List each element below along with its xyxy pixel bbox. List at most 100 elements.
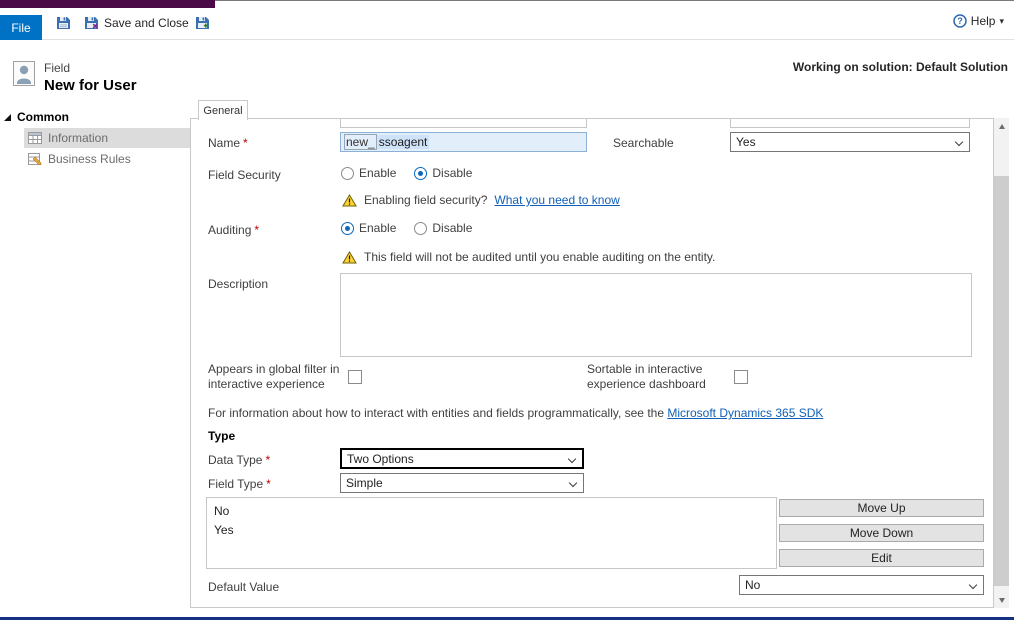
sdk-sentence: For information about how to interact wi…	[208, 406, 823, 420]
field-security-info-link[interactable]: What you need to know	[494, 193, 619, 207]
description-label: Description	[208, 277, 268, 291]
scrollbar[interactable]	[994, 118, 1009, 608]
options-list[interactable]: No Yes	[206, 497, 777, 569]
save-and-close-button[interactable]: Save and Close	[84, 15, 189, 30]
searchable-select[interactable]: Yes	[730, 132, 970, 152]
global-filter-checkbox[interactable]	[348, 370, 362, 384]
auditing-warning: This field will not be audited until you…	[342, 250, 715, 264]
required-asterisk: *	[243, 136, 248, 150]
scrollbar-thumb[interactable]	[994, 176, 1009, 586]
global-filter-label: Appears in global filter in interactive …	[208, 362, 348, 392]
save-and-new-button[interactable]	[195, 15, 210, 30]
sortable-checkbox[interactable]	[734, 370, 748, 384]
data-type-select[interactable]: Two Options	[340, 448, 584, 469]
sidebar-item-label: Information	[48, 131, 108, 145]
chevron-down-icon	[569, 479, 577, 487]
auditing-radio-group: Enable Disable	[341, 221, 472, 235]
sidebar-item-label: Business Rules	[48, 152, 131, 166]
clipped-input[interactable]	[730, 119, 970, 128]
triangle-up-icon	[999, 124, 1005, 129]
warning-icon	[342, 251, 357, 264]
field-type-label: Field Type*	[208, 477, 271, 491]
option-no[interactable]: No	[207, 502, 776, 521]
move-down-button[interactable]: Move Down	[779, 524, 984, 542]
radio-label: Disable	[432, 221, 472, 235]
field-security-label: Field Security	[208, 168, 281, 182]
business-rules-icon	[28, 153, 42, 165]
window-accent-bar	[0, 0, 215, 8]
auditing-disable-option[interactable]: Disable	[414, 221, 472, 235]
required-asterisk: *	[266, 477, 271, 491]
file-tab[interactable]: File	[0, 15, 42, 40]
warning-text: This field will not be audited until you…	[364, 250, 715, 264]
save-button[interactable]	[56, 15, 71, 30]
name-label: Name*	[208, 136, 248, 150]
chevron-down-icon	[568, 455, 576, 463]
move-up-button[interactable]: Move Up	[779, 499, 984, 517]
field-security-enable-option[interactable]: Enable	[341, 166, 396, 180]
required-asterisk: *	[265, 453, 270, 467]
clipped-input[interactable]	[340, 119, 587, 128]
sidebar-group-label: Common	[17, 110, 69, 124]
table-icon	[28, 132, 42, 144]
save-and-close-icon	[84, 15, 99, 30]
radio-icon	[414, 222, 427, 235]
save-and-new-icon	[195, 15, 210, 30]
scroll-down-button[interactable]	[994, 592, 1009, 608]
field-type-value: Simple	[346, 476, 383, 490]
data-type-label: Data Type*	[208, 453, 270, 467]
entity-type-label: Field	[44, 61, 70, 75]
help-label: Help	[971, 14, 996, 28]
chevron-down-icon	[969, 581, 977, 589]
radio-icon	[341, 167, 354, 180]
triangle-down-icon	[999, 598, 1005, 603]
default-value-value: No	[745, 578, 760, 592]
help-icon: ?	[953, 14, 967, 28]
searchable-value: Yes	[736, 135, 756, 149]
field-type-select[interactable]: Simple	[340, 473, 584, 493]
bottom-accent-line	[0, 617, 1014, 620]
option-yes[interactable]: Yes	[207, 521, 776, 540]
help-menu[interactable]: ? Help ▾	[953, 14, 1004, 28]
field-security-radio-group: Enable Disable	[341, 166, 472, 180]
warning-icon	[342, 194, 357, 207]
save-icon	[56, 15, 71, 30]
name-prefix: new_	[344, 134, 377, 150]
description-textarea[interactable]	[340, 273, 972, 357]
radio-selected-icon	[414, 167, 427, 180]
collapse-triangle-icon	[4, 114, 11, 121]
warning-text: Enabling field security?	[364, 193, 487, 207]
field-security-warning: Enabling field security? What you need t…	[342, 193, 620, 207]
sidebar-item-information[interactable]: Information	[24, 128, 190, 148]
name-input[interactable]: new_ ssoagent	[340, 132, 587, 152]
default-value-select[interactable]: No	[739, 575, 984, 595]
form-panel: Name* new_ ssoagent Searchable Yes Field…	[190, 118, 994, 608]
toolbar: Save and Close ? Help ▾	[0, 8, 1014, 40]
radio-selected-icon	[341, 222, 354, 235]
entity-icon	[12, 60, 38, 91]
type-section-heading: Type	[208, 429, 235, 443]
default-value-label: Default Value	[208, 580, 279, 594]
radio-label: Enable	[359, 221, 396, 235]
svg-text:?: ?	[957, 16, 963, 26]
sortable-label: Sortable in interactive experience dashb…	[587, 362, 732, 392]
edit-button[interactable]: Edit	[779, 549, 984, 567]
scroll-up-button[interactable]	[994, 118, 1009, 134]
sidebar-group-common[interactable]: Common	[4, 110, 69, 124]
field-security-disable-option[interactable]: Disable	[414, 166, 472, 180]
sdk-link[interactable]: Microsoft Dynamics 365 SDK	[667, 406, 823, 420]
name-value: ssoagent	[377, 135, 430, 149]
tab-general[interactable]: General	[198, 100, 248, 120]
sidebar-item-business-rules[interactable]: Business Rules	[24, 149, 190, 169]
chevron-down-icon	[955, 138, 963, 146]
auditing-label: Auditing*	[208, 223, 259, 237]
save-and-close-label: Save and Close	[104, 16, 189, 30]
radio-label: Disable	[432, 166, 472, 180]
chevron-down-icon: ▾	[999, 16, 1004, 27]
data-type-value: Two Options	[347, 452, 414, 466]
sdk-text: For information about how to interact wi…	[208, 406, 667, 420]
page-title: New for User	[44, 77, 137, 94]
required-asterisk: *	[254, 223, 259, 237]
working-on-solution: Working on solution: Default Solution	[793, 60, 1008, 74]
auditing-enable-option[interactable]: Enable	[341, 221, 396, 235]
